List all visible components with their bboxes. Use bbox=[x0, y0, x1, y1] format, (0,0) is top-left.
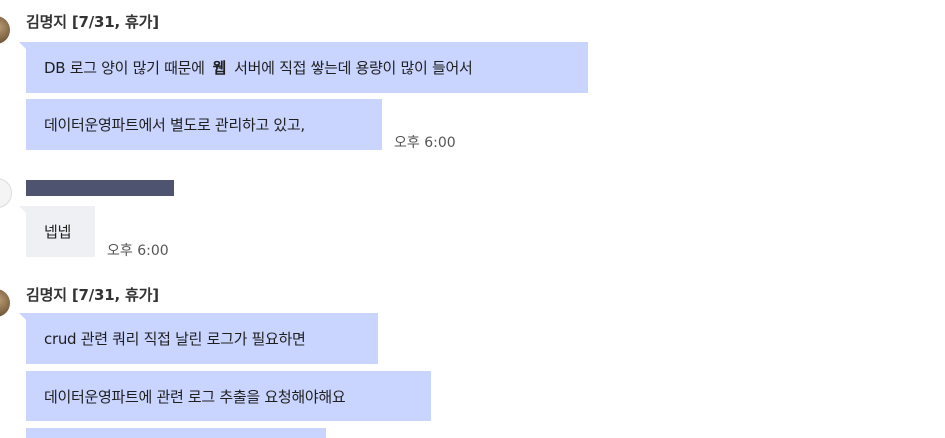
message-bubble[interactable]: DB 로그 양이 많기 때문에 웹 서버에 직접 쌓는데 용량이 많이 들어서 bbox=[26, 42, 588, 93]
redacted-sender-name bbox=[26, 180, 174, 196]
message-bubble[interactable]: crud 관련 쿼리 직접 날린 로그가 필요하면 bbox=[26, 313, 378, 364]
message-text: 서버에 직접 쌓는데 용량이 많이 들어서 bbox=[234, 59, 473, 77]
message-text: 넵넵 bbox=[44, 223, 72, 241]
message-bubble[interactable]: 데이터운영파트에 관련 로그 추출을 요청해야해요 bbox=[26, 371, 431, 421]
message-text: 데이터운영파트에서 별도로 관리하고 있고, bbox=[44, 116, 305, 134]
message-bubble-partial[interactable] bbox=[26, 428, 326, 438]
sender-avatar[interactable] bbox=[0, 178, 12, 208]
sender-avatar[interactable] bbox=[0, 289, 10, 317]
message-text: 데이터운영파트에 관련 로그 추출을 요청해야해요 bbox=[44, 387, 346, 406]
message-text: DB 로그 양이 많기 때문에 bbox=[44, 59, 205, 77]
message-timestamp: 오후 6:00 bbox=[107, 243, 169, 259]
sender-name: 김명지 [7/31, 휴가] bbox=[26, 286, 159, 304]
message-bubble[interactable]: 넵넵 bbox=[26, 206, 95, 257]
message-bubble[interactable]: 데이터운영파트에서 별도로 관리하고 있고, bbox=[26, 99, 382, 150]
message-text: crud 관련 쿼리 직접 날린 로그가 필요하면 bbox=[44, 330, 306, 348]
sender-name: 김명지 [7/31, 휴가] bbox=[26, 13, 159, 31]
message-timestamp: 오후 6:00 bbox=[394, 135, 456, 151]
message-text-emphasis: 웹 bbox=[212, 59, 227, 77]
sender-avatar[interactable] bbox=[0, 16, 10, 44]
